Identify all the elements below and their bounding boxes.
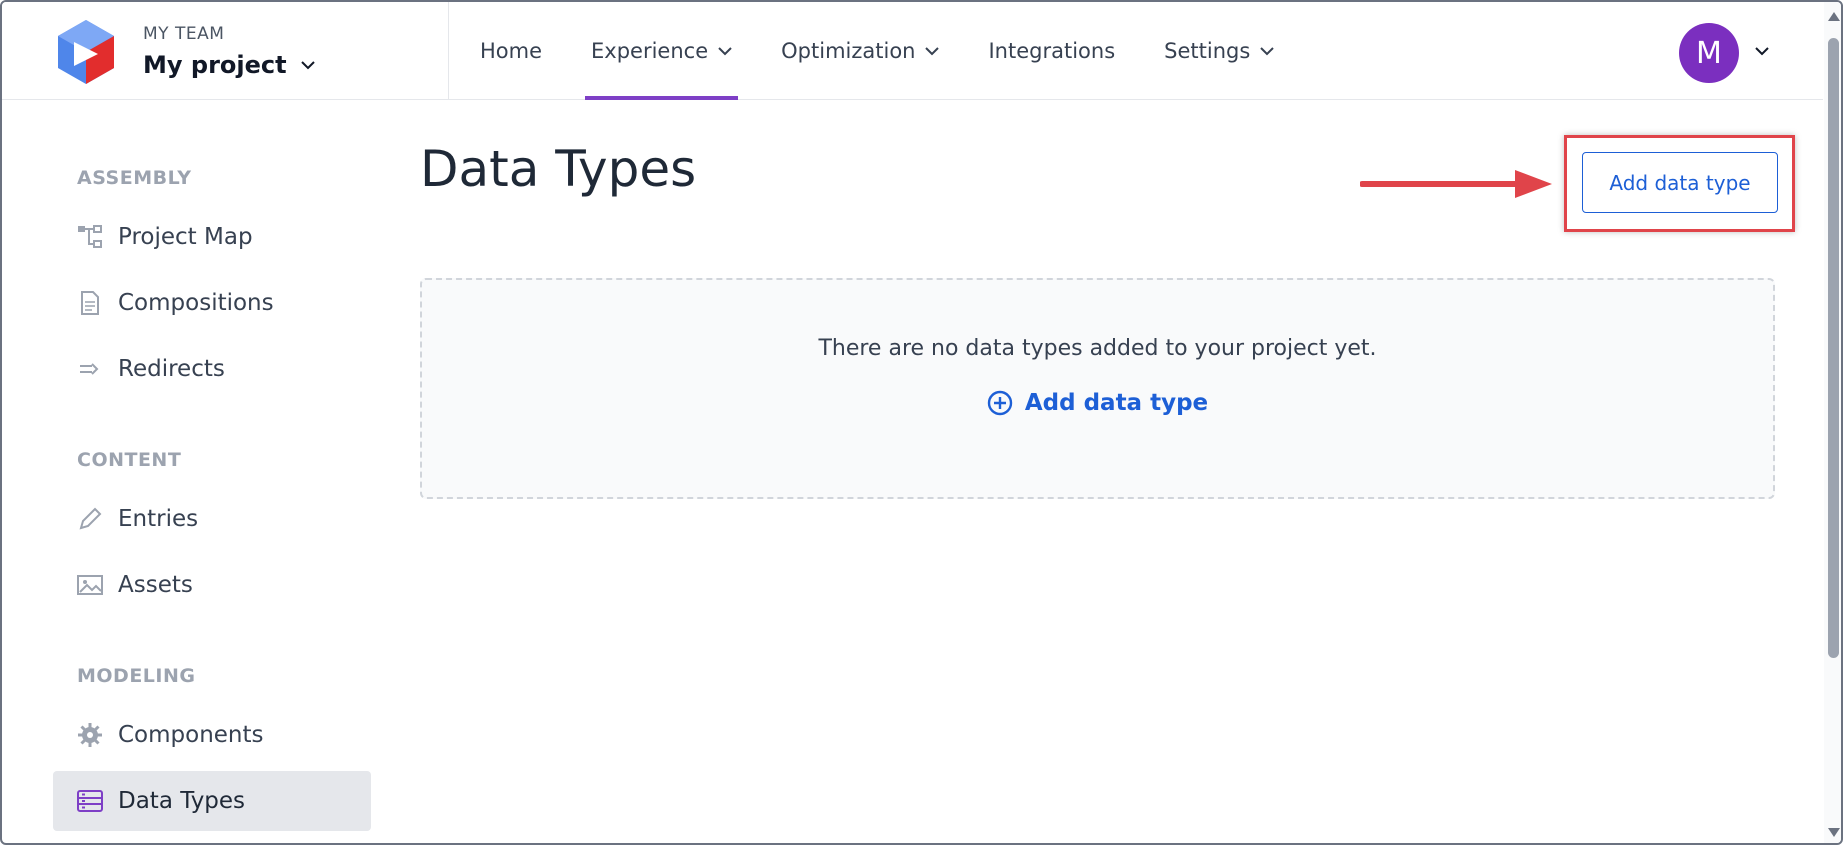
scroll-down-icon[interactable] bbox=[1828, 828, 1840, 837]
user-menu-chevron-icon[interactable] bbox=[1755, 47, 1769, 56]
empty-state-message: There are no data types added to your pr… bbox=[818, 336, 1377, 361]
sidebar-item-project-map[interactable]: Project Map bbox=[53, 207, 371, 267]
sidebar-item-entries[interactable]: Entries bbox=[53, 489, 371, 549]
sidebar-item-compositions[interactable]: Compositions bbox=[53, 273, 371, 333]
empty-state-add-label: Add data type bbox=[1024, 390, 1209, 416]
annotation-arrow-icon bbox=[1360, 170, 1552, 198]
chevron-down-icon bbox=[925, 46, 940, 55]
plus-circle-icon bbox=[987, 390, 1013, 416]
project-name: My project bbox=[143, 51, 287, 79]
user-avatar[interactable]: M bbox=[1679, 23, 1739, 83]
nav-home-label: Home bbox=[480, 39, 543, 63]
nav-integrations-label: Integrations bbox=[988, 39, 1116, 63]
nav-optimization[interactable]: Optimization bbox=[781, 2, 940, 100]
page-title: Data Types bbox=[420, 140, 697, 198]
section-title-content: CONTENT bbox=[77, 449, 182, 471]
nav-experience[interactable]: Experience bbox=[585, 2, 739, 100]
empty-state-panel: There are no data types added to your pr… bbox=[420, 278, 1775, 499]
scroll-thumb[interactable] bbox=[1828, 38, 1839, 658]
section-title-assembly: ASSEMBLY bbox=[77, 167, 192, 189]
sidebar-item-label: Project Map bbox=[118, 224, 253, 250]
nav-integrations[interactable]: Integrations bbox=[988, 2, 1115, 100]
section-title-modeling: MODELING bbox=[77, 665, 196, 687]
scroll-up-icon[interactable] bbox=[1828, 12, 1840, 21]
brand-area: MY TEAM My project bbox=[2, 2, 449, 100]
sidebar-item-data-types[interactable]: Data Types bbox=[53, 771, 371, 831]
sidebar-item-components[interactable]: Components bbox=[53, 705, 371, 765]
sidebar-item-assets[interactable]: Assets bbox=[53, 555, 371, 615]
gear-icon bbox=[77, 722, 103, 748]
data-types-icon bbox=[77, 788, 103, 814]
project-switcher[interactable]: My project bbox=[143, 51, 315, 79]
image-icon bbox=[77, 572, 103, 598]
nav-settings[interactable]: Settings bbox=[1164, 2, 1274, 100]
project-map-icon bbox=[77, 224, 103, 250]
vertical-scrollbar[interactable] bbox=[1824, 2, 1841, 843]
team-label: MY TEAM bbox=[143, 24, 225, 44]
nav-home[interactable]: Home bbox=[480, 2, 542, 100]
nav-experience-label: Experience bbox=[591, 39, 709, 63]
empty-state-add-link[interactable]: Add data type bbox=[422, 390, 1773, 416]
top-bar: MY TEAM My project Home Experience Optim… bbox=[2, 2, 1823, 100]
sidebar-item-redirects[interactable]: Redirects bbox=[53, 339, 371, 399]
chevron-down-icon bbox=[1260, 46, 1274, 55]
redirect-icon bbox=[77, 356, 103, 382]
sidebar: ASSEMBLY Project Map Compositions Redire… bbox=[2, 101, 382, 843]
chevron-down-icon bbox=[718, 46, 732, 55]
sidebar-item-label: Assets bbox=[118, 572, 193, 598]
add-data-type-button[interactable]: Add data type bbox=[1582, 152, 1778, 213]
app-window: MY TEAM My project Home Experience Optim… bbox=[0, 0, 1843, 845]
sidebar-item-label: Redirects bbox=[118, 356, 225, 382]
sidebar-item-label: Components bbox=[118, 722, 264, 748]
main-nav: Home Experience Optimization Integration… bbox=[480, 2, 1323, 100]
nav-optimization-label: Optimization bbox=[781, 39, 916, 63]
document-icon bbox=[77, 290, 103, 316]
pencil-icon bbox=[77, 506, 103, 532]
sidebar-item-label: Compositions bbox=[118, 290, 274, 316]
nav-settings-label: Settings bbox=[1164, 39, 1251, 63]
app-logo-icon bbox=[58, 20, 114, 84]
sidebar-item-label: Data Types bbox=[118, 788, 246, 814]
chevron-down-icon bbox=[300, 60, 315, 69]
sidebar-item-label: Entries bbox=[118, 506, 199, 532]
